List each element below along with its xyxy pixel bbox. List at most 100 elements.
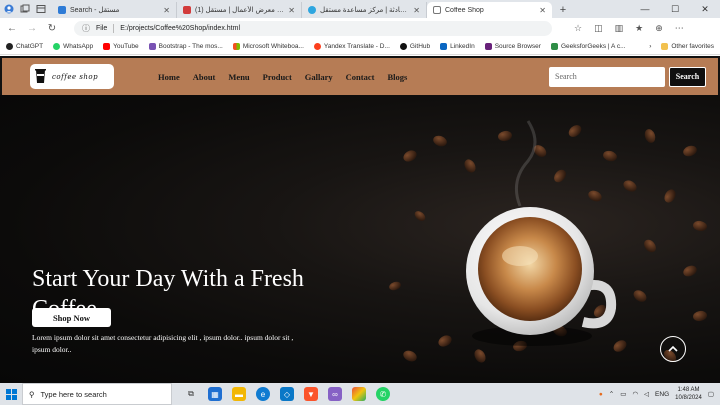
menu-about-link[interactable]: About [193,72,216,82]
bookmark-chatgpt[interactable]: ChatGPT [6,42,44,50]
taskbar-search-placeholder: Type here to search [40,389,107,399]
edge-icon[interactable]: e [256,387,270,401]
bookmark-label: GitHub [409,42,431,50]
close-tab-icon[interactable]: ✕ [163,6,170,15]
windows-logo-icon [5,388,17,400]
other-favorites[interactable]: Other favorites [661,42,714,50]
menu-gallary-link[interactable]: Gallary [305,72,333,82]
favorites-icon[interactable]: ★ [635,23,643,34]
workspaces-icon[interactable] [20,4,30,14]
language-indicator[interactable]: ENG [655,391,669,398]
other-favorites-label: Other favorites [671,42,714,50]
info-icon[interactable]: ⓘ [82,23,90,34]
tab-title: المحادثة | مركز مساعدة مستقل [320,7,410,14]
menu-menu-link[interactable]: Menu [228,72,249,82]
bookmark-label: ChatGPT [16,42,44,50]
bookmark-whiteboard[interactable]: Microsoft Whiteboa... [232,42,304,50]
bookmark-yandex[interactable]: Yandex Translate - D... [313,42,390,50]
bookmark-label: LinkedIn [450,42,475,50]
browser-tab-strip: Search - مستقل ✕ (1) إضافة معرض الأعمال … [0,0,720,18]
bookmark-source-browser[interactable]: Source Browser [484,42,541,50]
close-window-icon[interactable]: ✕ [690,0,720,18]
bookmark-github[interactable]: GitHub [399,42,431,50]
linkedin-icon [440,42,448,50]
bookmark-youtube[interactable]: YouTube [103,42,139,50]
menu-product-link[interactable]: Product [263,72,292,82]
close-tab-icon[interactable]: ✕ [288,6,295,15]
forward-icon[interactable]: → [26,23,38,34]
whatsapp-icon [53,42,61,50]
collections-icon[interactable]: ⊕ [655,23,663,34]
back-icon[interactable]: ← [6,23,18,34]
address-tools: ☆ ◫ ▥ ★ ⊕ ⋯ [574,23,684,34]
folder-icon [661,42,669,50]
bookmarks-bar: ChatGPT WhatsApp YouTube Bootstrap - The… [0,38,720,55]
notifications-icon[interactable]: ▢ [708,390,714,398]
tab-title: (1) إضافة معرض الأعمال | مستقل [195,7,284,14]
wifi-icon[interactable]: ◠ [632,390,638,398]
close-tab-icon[interactable]: ✕ [539,6,546,15]
chevron-up-icon[interactable]: ⌃ [609,390,614,398]
bookmark-geeksforgeeks[interactable]: GeeksforGeeks | A c... [550,42,626,50]
battery-icon[interactable]: ▭ [620,390,626,398]
tab-favicon-icon [183,6,191,14]
scroll-to-top-button[interactable] [660,336,686,362]
site-info-label: File [96,24,108,32]
shop-now-button[interactable]: Shop Now [32,308,111,327]
more-icon[interactable]: ⋯ [675,23,684,34]
bookmark-linkedin[interactable]: LinkedIn [440,42,475,50]
menu-home-link[interactable]: Home [158,72,180,82]
star-icon[interactable]: ☆ [574,23,582,34]
clock-date: 10/8/2024 [675,395,702,401]
bookmark-label: YouTube [113,42,139,50]
browser-tab[interactable]: Search - مستقل ✕ [52,2,177,18]
site-logo[interactable]: coffee shop [30,64,114,89]
menu-blogs-link[interactable]: Blogs [387,72,407,82]
tab-actions-icon[interactable] [36,4,46,14]
screenshot-icon[interactable]: ◫ [594,23,603,34]
minimize-icon[interactable]: — [630,0,660,18]
bookmark-label: GeeksforGeeks | A c... [560,42,626,50]
profile-icon[interactable] [4,4,14,14]
menu-contact-link[interactable]: Contact [346,72,375,82]
bookmark-whatsapp[interactable]: WhatsApp [53,42,93,50]
browser-tab[interactable]: (1) إضافة معرض الأعمال | مستقل ✕ [177,2,302,18]
new-tab-button[interactable]: + [556,2,570,18]
refresh-icon[interactable]: ↻ [46,23,58,34]
tab-favicon-icon [308,6,316,14]
start-button[interactable] [0,383,22,405]
vscode-icon[interactable]: ◇ [280,387,294,401]
taskbar-search[interactable]: ⚲ Type here to search [22,383,172,405]
chevron-right-icon[interactable]: › [649,43,651,50]
site-search-form: Search [549,66,706,87]
file-explorer-icon[interactable]: ▬ [232,387,246,401]
split-screen-icon[interactable]: ▥ [615,23,624,34]
url-divider [113,23,115,33]
clock[interactable]: 1:48 AM 10/8/2024 [675,386,702,402]
whatsapp-icon[interactable]: ✆ [376,387,390,401]
speaker-icon[interactable]: ◁ [644,390,649,398]
weather-icon[interactable]: ● [599,391,603,398]
task-view-icon[interactable]: ⧉ [184,387,198,401]
bookmark-label: Bootstrap - The mos... [158,42,223,50]
site-navbar: coffee shop Home About Menu Product Gall… [2,58,718,95]
store-icon[interactable]: ▦ [208,387,222,401]
bookmark-bootstrap[interactable]: Bootstrap - The mos... [148,42,223,50]
browser-tab[interactable]: المحادثة | مركز مساعدة مستقل ✕ [302,2,427,18]
browser-tab-active[interactable]: Coffee Shop ✕ [427,2,552,18]
tab-title: Search - مستقل [70,7,120,14]
visual-studio-icon[interactable]: ∞ [328,387,342,401]
close-tab-icon[interactable]: ✕ [413,6,420,15]
colorful-app-icon[interactable] [352,387,366,401]
tab-favicon-icon [58,6,66,14]
brave-icon[interactable]: ▼ [304,387,318,401]
bookmark-label: Microsoft Whiteboa... [242,42,304,50]
site-search-input[interactable] [549,66,665,87]
site-search-button[interactable]: Search [669,66,706,87]
address-bar-row: ← → ↻ ⓘ File E:/projects/Coffee%20Shop/i… [0,18,720,38]
address-bar[interactable]: ⓘ File E:/projects/Coffee%20Shop/index.h… [74,20,552,36]
maximize-icon[interactable]: ☐ [660,0,690,18]
chevron-up-icon [668,345,678,352]
geeksforgeeks-icon [550,42,558,50]
url-text[interactable]: E:/projects/Coffee%20Shop/index.html [120,25,240,32]
